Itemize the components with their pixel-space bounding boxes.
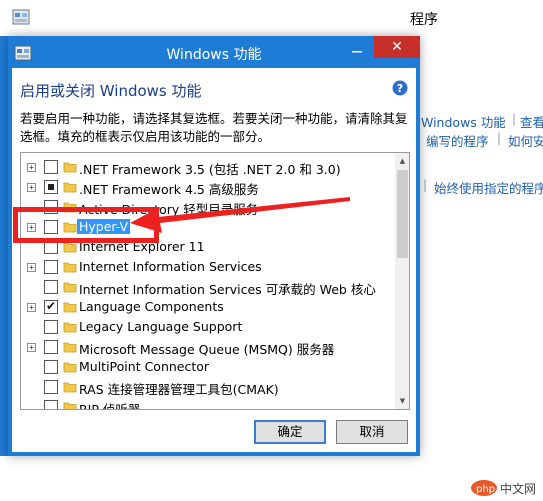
svg-text:php: php xyxy=(476,484,495,495)
written-programs-link[interactable]: 编写的程序 xyxy=(426,131,489,150)
link-separator-3: | xyxy=(423,178,428,192)
feature-label: .NET Framework 3.5 (包括 .NET 2.0 和 3.0) xyxy=(79,162,341,177)
close-button[interactable]: ✕ xyxy=(374,36,420,58)
feature-checkbox[interactable] xyxy=(44,340,58,354)
feature-checkbox[interactable] xyxy=(44,320,58,334)
feature-row[interactable]: MultiPoint Connector xyxy=(21,357,395,377)
always-use-program-link[interactable]: 始终使用指定的程序 xyxy=(434,178,543,197)
desktop-edge xyxy=(0,36,8,456)
feature-row[interactable]: RIP 侦听器 xyxy=(21,397,395,410)
feature-label: Microsoft Message Queue (MSMQ) 服务器 xyxy=(79,342,335,357)
feature-checkbox[interactable] xyxy=(44,360,58,374)
folder-icon xyxy=(63,362,77,373)
folder-icon xyxy=(63,262,77,273)
programs-title: 程序 xyxy=(410,12,438,28)
cancel-button[interactable]: 取消 xyxy=(336,420,408,444)
tree-scrollbar[interactable]: ▲ ▼ xyxy=(395,153,409,409)
dialog-description: 若要启用一种功能，请选择其复选框。若要关闭一种功能，请清除其复选框。填充的框表示… xyxy=(20,111,408,144)
feature-checkbox[interactable] xyxy=(44,400,58,409)
dialog-titlebar[interactable]: Windows 功能 ✕ xyxy=(8,36,420,68)
feature-checkbox[interactable] xyxy=(44,260,58,274)
feature-label: RIP 侦听器 xyxy=(79,402,141,410)
feature-checkbox[interactable] xyxy=(44,299,58,314)
expand-icon[interactable]: + xyxy=(27,343,36,352)
feature-checkbox[interactable] xyxy=(44,280,58,294)
scroll-up-icon[interactable]: ▲ xyxy=(395,153,409,169)
folder-icon xyxy=(63,382,77,393)
folder-icon xyxy=(63,342,77,353)
minimize-icon[interactable] xyxy=(344,40,370,62)
programs-titlebar: 程序 xyxy=(0,0,543,36)
feature-label: RAS 连接管理器管理工具包(CMAK) xyxy=(79,382,279,397)
php-watermark-logo: php 中文网 xyxy=(471,480,536,496)
feature-row[interactable]: Internet Information Services 可承载的 Web 核… xyxy=(21,277,395,297)
feature-checkbox[interactable] xyxy=(44,160,58,174)
folder-icon xyxy=(63,162,77,173)
feature-row[interactable]: RAS 连接管理器管理工具包(CMAK) xyxy=(21,377,395,397)
windows-features-dialog: Windows 功能 ✕ 启用或关闭 Windows 功能 ? 若要启用一种功能… xyxy=(8,36,420,456)
programs-window-icon xyxy=(12,9,30,25)
feature-row[interactable]: + Language Components xyxy=(21,297,395,317)
folder-icon xyxy=(63,302,77,313)
feature-row[interactable]: + .NET Framework 3.5 (包括 .NET 2.0 和 3.0) xyxy=(21,157,395,177)
scroll-down-icon[interactable]: ▼ xyxy=(395,393,409,409)
expand-icon[interactable]: + xyxy=(27,163,36,172)
how-to-install-link[interactable]: 如何安装 xyxy=(508,131,543,150)
help-icon[interactable]: ? xyxy=(392,80,408,96)
windows-features-link[interactable]: Windows 功能 xyxy=(421,112,506,131)
link-separator: | xyxy=(512,112,517,126)
feature-label: Language Components xyxy=(79,299,224,314)
link-separator-2: | xyxy=(497,131,502,145)
annotation-arrow-icon xyxy=(130,197,350,233)
svg-text:?: ? xyxy=(397,82,403,95)
dialog-heading: 启用或关闭 Windows 功能 xyxy=(20,82,202,100)
expand-icon[interactable]: + xyxy=(27,303,36,312)
feature-label: Internet Information Services 可承载的 Web 核… xyxy=(79,282,376,297)
feature-row[interactable]: Legacy Language Support xyxy=(21,317,395,337)
dialog-content: 启用或关闭 Windows 功能 ? 若要启用一种功能，请选择其复选框。若要关闭… xyxy=(12,68,416,452)
scrollbar-thumb[interactable] xyxy=(397,170,408,258)
feature-row[interactable]: + .NET Framework 4.5 高级服务 xyxy=(21,177,395,197)
feature-label: Internet Information Services xyxy=(79,259,262,274)
folder-icon xyxy=(63,402,77,409)
feature-row[interactable]: + Microsoft Message Queue (MSMQ) 服务器 xyxy=(21,337,395,357)
expand-icon[interactable]: + xyxy=(27,183,36,192)
folder-icon xyxy=(63,282,77,293)
feature-label: Legacy Language Support xyxy=(79,319,243,334)
feature-row[interactable]: + Internet Information Services xyxy=(21,257,395,277)
ok-button[interactable]: 确定 xyxy=(254,420,326,444)
feature-checkbox[interactable] xyxy=(44,180,58,194)
view-link[interactable]: 查看 xyxy=(520,112,543,131)
features-tree[interactable]: + .NET Framework 3.5 (包括 .NET 2.0 和 3.0) +… xyxy=(20,152,410,410)
svg-text:中文网: 中文网 xyxy=(500,481,536,496)
folder-icon xyxy=(63,322,77,333)
feature-label: MultiPoint Connector xyxy=(79,359,210,374)
expand-icon[interactable]: + xyxy=(27,263,36,272)
folder-icon xyxy=(63,182,77,193)
feature-checkbox[interactable] xyxy=(44,380,58,394)
